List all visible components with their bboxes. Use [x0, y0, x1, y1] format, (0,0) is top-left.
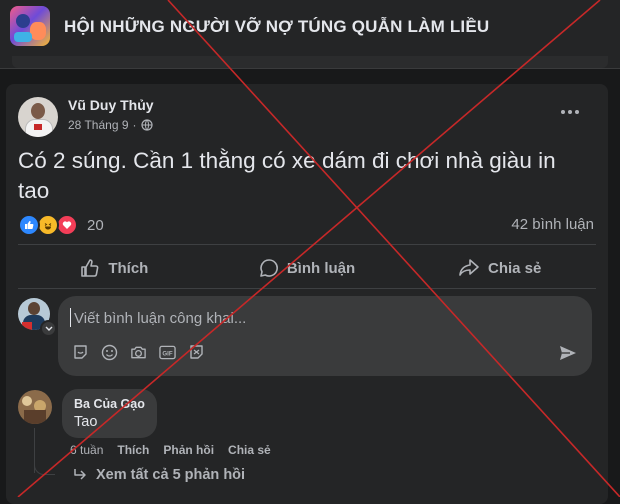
like-button[interactable]: Thích [18, 249, 211, 287]
header-divider-strip [12, 56, 608, 68]
post-meta: 28 Tháng 9 · [68, 118, 153, 132]
like-icon [18, 214, 40, 236]
author-name[interactable]: Vũ Duy Thủy [68, 97, 154, 113]
thread-connector [34, 456, 55, 475]
comment-icon [260, 259, 278, 277]
more-icon[interactable] [558, 106, 582, 118]
camera-icon[interactable] [130, 344, 147, 361]
sticker-icon[interactable] [72, 344, 89, 361]
comment-count[interactable]: 42 bình luận [511, 216, 594, 233]
meta-separator: · [132, 118, 137, 132]
comment-time[interactable]: 6 tuần [70, 443, 103, 457]
send-icon[interactable] [558, 343, 578, 363]
post-date[interactable]: 28 Tháng 9 [68, 118, 129, 132]
globe-icon [140, 119, 153, 131]
reactions-summary[interactable]: 20 [18, 214, 104, 236]
comment-label: Bình luận [286, 259, 356, 277]
comment-text: Tao [74, 414, 98, 430]
text-caret [70, 308, 71, 327]
view-replies-label: Xem tất cả 5 phản hồi [96, 467, 246, 483]
comment-composer[interactable]: GIF [58, 296, 592, 376]
post-card: Vũ Duy Thủy 28 Tháng 9 · Có 2 súng. Cần … [6, 84, 608, 504]
author-avatar[interactable] [18, 97, 58, 137]
comment-like-button[interactable]: Thích [117, 443, 149, 457]
comment-reply-button[interactable]: Phản hồi [163, 443, 214, 457]
divider [18, 244, 596, 245]
haha-icon [37, 214, 59, 236]
group-title[interactable]: HỘI NHỮNG NGƯỜI VỠ NỢ TÚNG QUẪN LÀM LIỀU [64, 17, 489, 37]
share-button[interactable]: Chia sẻ [403, 249, 596, 287]
view-replies-link[interactable]: Xem tất cả 5 phản hồi [72, 467, 245, 483]
avatar-sticker-icon[interactable] [188, 344, 205, 361]
svg-text:GIF: GIF [162, 350, 172, 357]
love-icon [56, 214, 78, 236]
composer-tools: GIF [72, 344, 205, 361]
post-actions: Thích Bình luận Chia sẻ [18, 249, 596, 287]
divider [18, 288, 596, 289]
comment-input[interactable] [72, 306, 556, 330]
commenter-name[interactable]: Ba Của Gạo [74, 397, 145, 411]
comment-bubble: Ba Của Gạo Tao [62, 389, 157, 438]
reply-arrow-icon [74, 469, 86, 480]
commenter-avatar[interactable] [18, 390, 52, 424]
post-text: Có 2 súng. Cần 1 thằng có xe dám đi chơi… [18, 148, 556, 203]
gif-icon[interactable]: GIF [159, 344, 176, 361]
share-label: Chia sẻ [488, 259, 542, 277]
group-avatar[interactable] [10, 6, 50, 46]
thumbs-up-icon [81, 259, 99, 277]
comment-actions: 6 tuần Thích Phản hồi Chia sẻ [70, 443, 271, 457]
comment-button[interactable]: Bình luận [211, 249, 404, 287]
reaction-count: 20 [87, 216, 104, 234]
comment-share-button[interactable]: Chia sẻ [228, 443, 271, 457]
like-label: Thích [108, 259, 149, 277]
chevron-down-icon[interactable] [40, 320, 57, 337]
emoji-icon[interactable] [101, 344, 118, 361]
share-icon [459, 259, 479, 276]
